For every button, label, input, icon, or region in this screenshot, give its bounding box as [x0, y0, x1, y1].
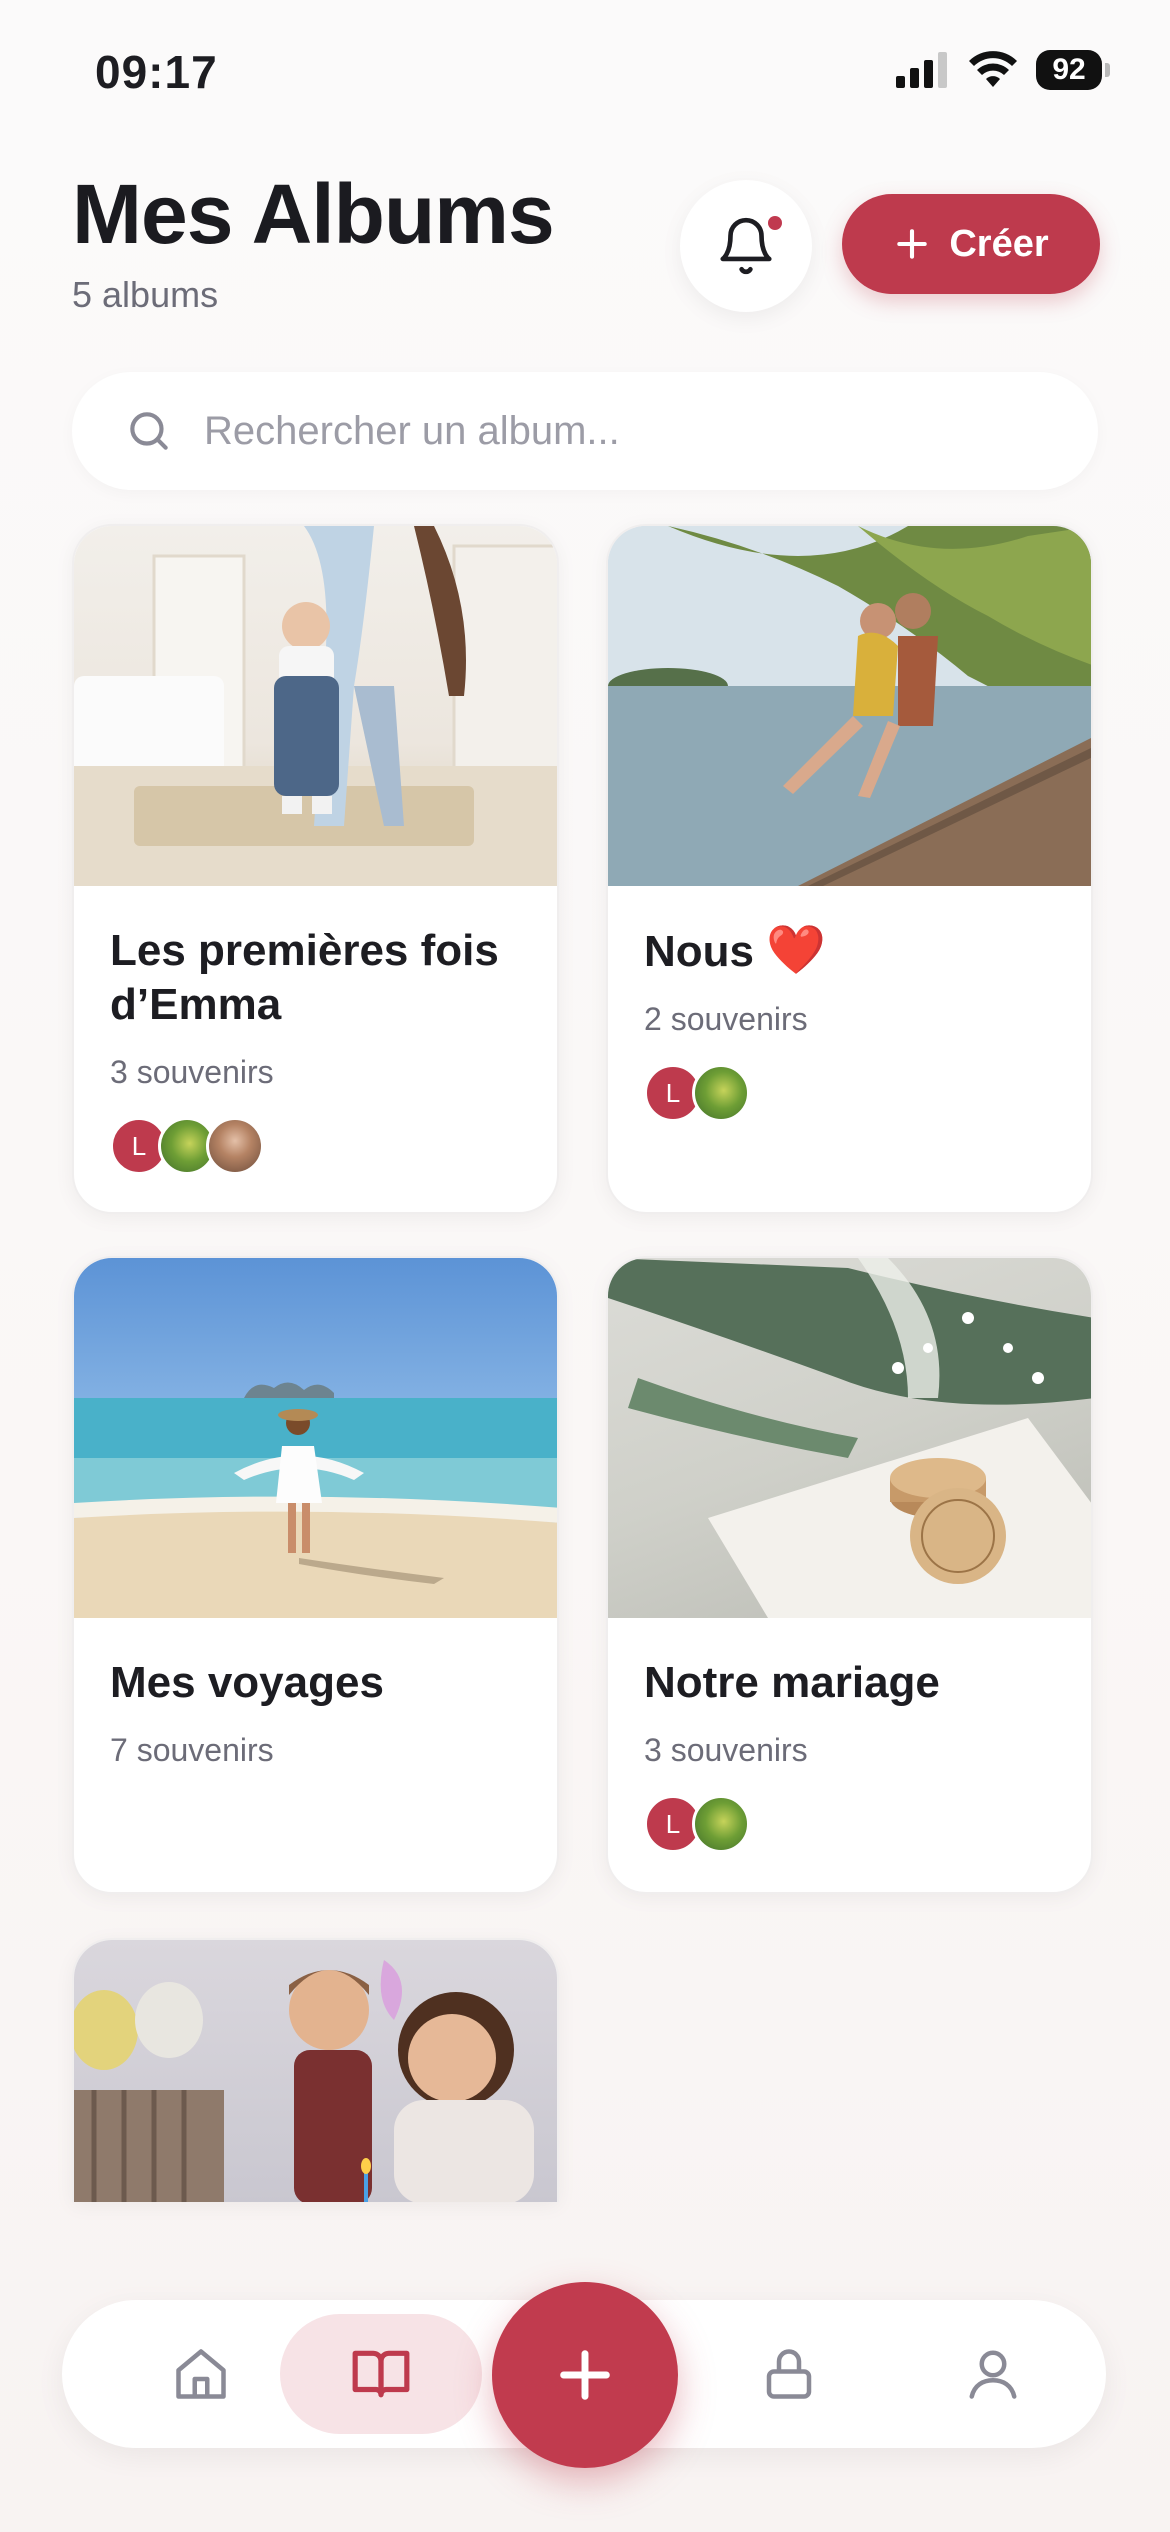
album-title-row: Nous ❤️ — [644, 924, 1055, 979]
album-card-body: Nous ❤️ 2 souvenirs L — [608, 886, 1091, 1122]
member-avatars: L — [644, 1064, 1055, 1122]
book-icon — [352, 2350, 410, 2398]
album-card[interactable]: Notre mariage 3 souvenirs L — [606, 1256, 1093, 1894]
album-cover-image — [74, 526, 557, 886]
create-album-button[interactable]: Créer — [842, 194, 1100, 294]
battery-indicator: 92 — [1036, 50, 1110, 90]
notifications-button[interactable] — [680, 180, 812, 312]
album-memory-count: 3 souvenirs — [644, 1732, 808, 1768]
plus-icon — [560, 2350, 610, 2400]
album-card-body: Mes voyages 7 souvenirs — [74, 1618, 557, 1769]
notification-dot — [768, 216, 782, 230]
battery-level: 92 — [1036, 50, 1102, 90]
album-card-body: Notre mariage 3 souvenirs L — [608, 1618, 1091, 1853]
search-icon — [130, 412, 168, 450]
cellular-signal-icon — [896, 52, 947, 88]
create-button-label: Créer — [949, 222, 1049, 265]
cover-art — [608, 526, 1091, 886]
album-cover-image — [74, 1940, 557, 2202]
nav-home[interactable] — [142, 2300, 260, 2448]
status-time: 09:17 — [95, 46, 218, 98]
album-title: Notre mariage — [644, 1658, 940, 1707]
lock-icon — [766, 2349, 812, 2399]
album-cover-image — [74, 1258, 557, 1618]
page-header: Mes Albums 5 albums Créer — [72, 170, 1102, 330]
album-card-body: Les premières fois d’Emma 3 souvenirs L — [74, 886, 557, 1175]
cover-art — [608, 1258, 1091, 1618]
album-card[interactable]: Nous ❤️ 2 souvenirs L — [606, 524, 1093, 1214]
album-cover-image — [608, 1258, 1091, 1618]
album-memory-count: 2 souvenirs — [644, 1001, 808, 1037]
avatar — [692, 1795, 750, 1853]
album-card[interactable]: Les premières fois d’Emma 3 souvenirs L — [72, 524, 559, 1214]
member-avatars: L — [110, 1117, 521, 1175]
wifi-icon — [969, 51, 1017, 87]
album-title: Nous — [644, 927, 754, 976]
album-title: Les premières fois d’Emma — [110, 926, 499, 1029]
album-card[interactable] — [72, 1938, 559, 2202]
cover-art — [74, 1960, 534, 2202]
album-card[interactable]: Mes voyages 7 souvenirs — [72, 1256, 559, 1894]
cover-art — [74, 526, 557, 886]
nav-albums[interactable] — [280, 2314, 482, 2434]
heart-emoji: ❤️ — [766, 924, 826, 977]
search-input[interactable] — [204, 408, 1024, 454]
status-icons: 92 — [896, 50, 1110, 90]
avatar — [206, 1117, 264, 1175]
album-memory-count: 3 souvenirs — [110, 1054, 274, 1090]
user-icon — [969, 2350, 1017, 2399]
nav-profile[interactable] — [934, 2300, 1052, 2448]
status-bar: 09:17 92 — [0, 0, 1170, 150]
album-title: Mes voyages — [110, 1658, 384, 1707]
nav-vault[interactable] — [730, 2300, 848, 2448]
avatar — [692, 1064, 750, 1122]
add-memory-button[interactable] — [492, 2282, 678, 2468]
album-memory-count: 7 souvenirs — [110, 1732, 274, 1768]
search-bar[interactable] — [72, 372, 1098, 490]
plus-icon — [897, 229, 928, 259]
battery-cap — [1105, 63, 1110, 77]
home-icon — [176, 2349, 226, 2399]
album-cover-image — [608, 526, 1091, 886]
member-avatars: L — [644, 1795, 1055, 1853]
cover-art — [74, 1382, 557, 1618]
